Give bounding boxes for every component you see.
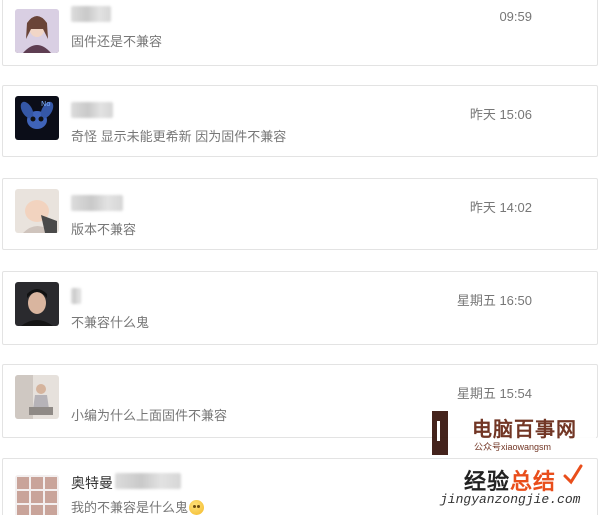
watermark-subtitle: 公众号xiaowangsm [474, 442, 552, 452]
message-preview: 不兼容什么鬼 [71, 315, 150, 330]
contact-name-blurred [115, 473, 181, 489]
message-preview: 我的不兼容是什么鬼 [71, 497, 205, 515]
contact-name: 奥特曼 [71, 475, 113, 491]
message-text: 我的不兼容是什么鬼 [71, 500, 189, 515]
watermark-title-accent: 总结 [510, 469, 557, 494]
timestamp: 昨天 14:02 [469, 200, 532, 215]
timestamp: 昨天 15:06 [469, 107, 532, 122]
contact-name-blurred [71, 195, 123, 211]
conversation-item[interactable]: 版本不兼容 昨天 14:02 [2, 178, 598, 250]
message-preview: 版本不兼容 [71, 222, 137, 237]
message-preview: 奇怪 显示未能更希新 因为固件不兼容 [71, 129, 287, 144]
watermark-title-part: 经验 [464, 469, 511, 494]
flushed-emoji-icon [189, 500, 205, 515]
conversation-item[interactable]: 固件还是不兼容 09:59 [2, 0, 598, 66]
watermark-title: 电脑百事网 [472, 419, 577, 441]
watermark-logo: 电脑百事网 公众号xiaowangsm [432, 411, 596, 455]
contact-name-blurred [71, 102, 113, 118]
avatar [15, 282, 59, 326]
svg-text:No: No [41, 100, 51, 108]
avatar [15, 475, 59, 515]
timestamp: 星期五 15:54 [456, 386, 532, 401]
conversation-item[interactable]: 不兼容什么鬼 星期五 16:50 [2, 271, 598, 345]
watermark-url: jingyanzongjie.com [440, 492, 581, 507]
watermark-bar-icon [432, 411, 448, 455]
conversation-item[interactable]: No 奇怪 显示未能更希新 因为固件不兼容 昨天 15:06 [2, 85, 598, 157]
message-preview: 小编为什么上面固件不兼容 [71, 408, 228, 423]
avatar [15, 375, 59, 419]
timestamp: 星期五 16:50 [456, 293, 532, 308]
checkmark-icon [563, 464, 583, 485]
contact-name-blurred [71, 6, 111, 22]
avatar [15, 189, 59, 233]
watermark-logo: 经验总结 jingyanzongjie.com [440, 462, 600, 515]
avatar: No [15, 96, 59, 140]
avatar [15, 9, 59, 53]
message-preview: 固件还是不兼容 [71, 34, 163, 49]
timestamp: 09:59 [499, 9, 532, 24]
contact-name-blurred [71, 288, 81, 304]
